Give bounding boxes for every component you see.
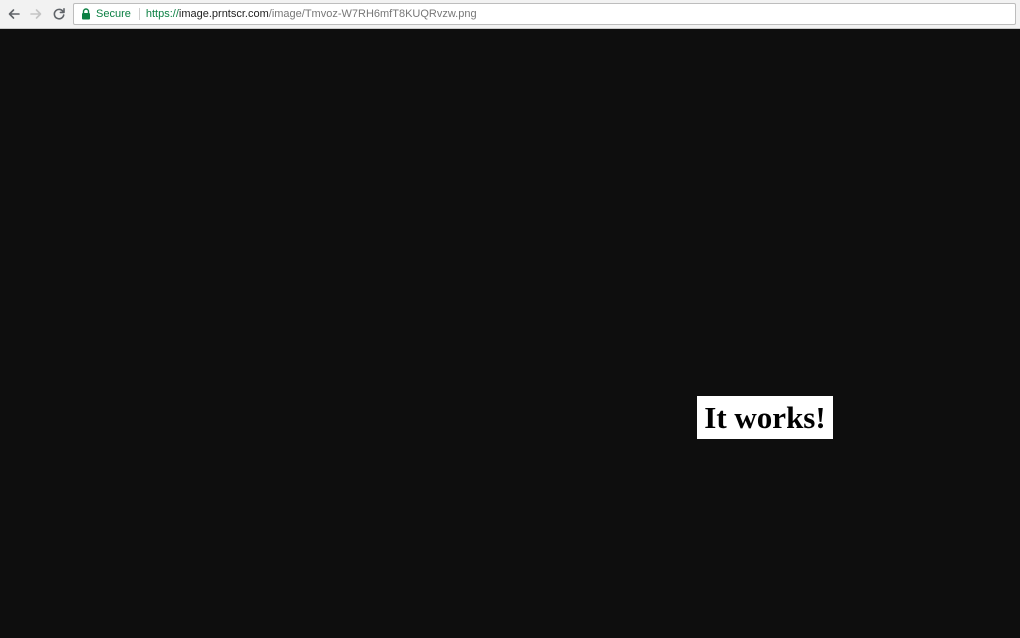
reload-icon (53, 8, 65, 20)
back-arrow-icon (8, 9, 20, 19)
it-works-box: It works! (697, 396, 833, 439)
forward-button[interactable] (26, 4, 46, 24)
address-bar[interactable]: Secure https://image.prntscr.com/image/T… (73, 3, 1016, 25)
url-path: /image/Tmvoz-W7RH6mfT8KUQRvzw.png (268, 8, 477, 20)
reload-button[interactable] (49, 4, 69, 24)
url-scheme: https:// (145, 8, 179, 20)
browser-toolbar: Secure https://image.prntscr.com/image/T… (0, 0, 1020, 29)
url-host: image.prntscr.com (178, 8, 269, 20)
back-button[interactable] (4, 4, 24, 24)
url-text[interactable]: https://image.prntscr.com/image/Tmvoz-W7… (146, 8, 477, 20)
it-works-message: It works! (704, 400, 826, 435)
security-indicator[interactable]: Secure (96, 8, 131, 20)
address-separator (138, 8, 140, 20)
lock-icon (81, 8, 91, 20)
page-viewport: It works! (0, 29, 1020, 638)
forward-arrow-icon (30, 9, 42, 19)
